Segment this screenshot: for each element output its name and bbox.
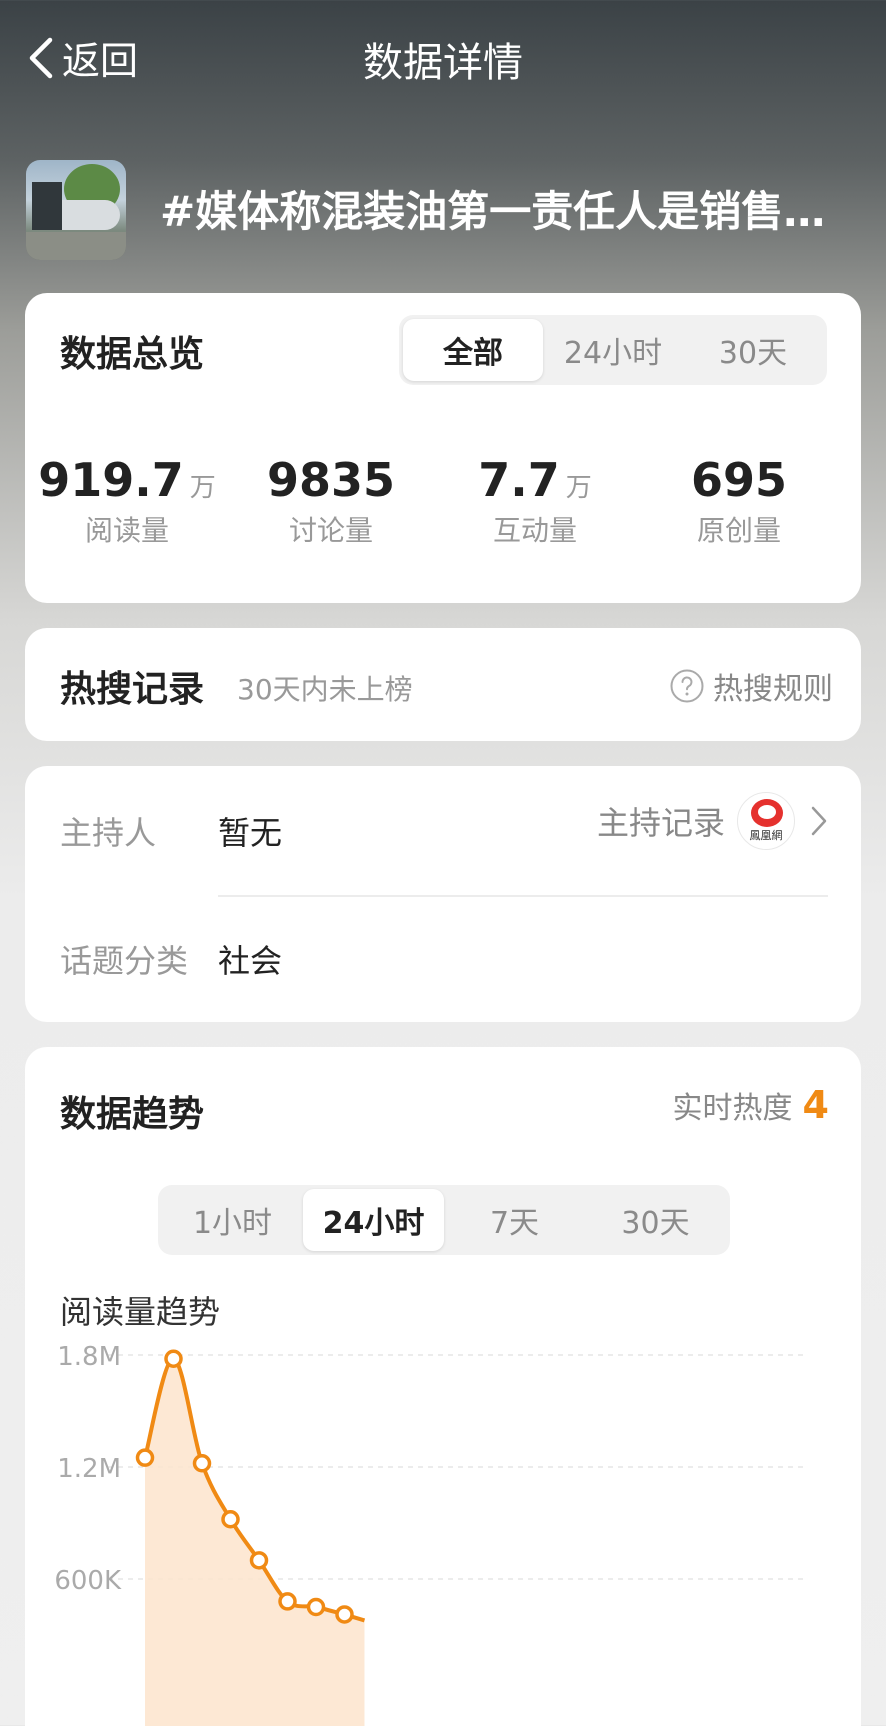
category-value: 社会 — [218, 942, 283, 980]
hot-search-title: 热搜记录 — [60, 669, 205, 710]
topic-info-card: 主持人 暂无 主持记录 鳳凰網 话题分类 社会 — [25, 766, 861, 1022]
stat-reads-label: 阅读量 — [84, 514, 169, 547]
tab-24h[interactable]: 24小时 — [543, 319, 683, 381]
stat-interactions: 7.7 万 互动量 — [433, 453, 637, 549]
overview-stats: 919.7 万 阅读量 9835 讨论量 7.7 万 互动量 695 原创量 — [25, 453, 861, 549]
trend-card: 数据趋势 实时热度 4 1小时 24小时 7天 30天 阅读量趋势 1.8M 1.… — [25, 1047, 861, 1726]
host-label: 主持人 — [60, 814, 157, 852]
topic-title: #媒体称混装油第一责任人是销售… — [160, 187, 826, 236]
top-bar: 返回 数据详情 — [0, 0, 886, 110]
stat-interactions-value: 7.7 — [478, 453, 560, 507]
data-point — [335, 1605, 354, 1624]
hot-search-status: 30天内未上榜 — [237, 673, 413, 706]
y-tick-label: 1.8M — [57, 1342, 121, 1372]
page-title: 数据详情 — [363, 40, 523, 86]
area-fill — [145, 1358, 365, 1726]
data-point — [135, 1448, 155, 1467]
hot-search-rules-link[interactable]: 热搜规则 — [669, 664, 833, 708]
ifeng-logo-text: 鳳凰網 — [749, 829, 783, 842]
host-record-link[interactable]: 主持记录 鳳凰網 — [597, 792, 829, 850]
overview-title: 数据总览 — [60, 334, 205, 375]
tab-all[interactable]: 全部 — [403, 319, 543, 381]
data-point — [278, 1592, 297, 1611]
data-point — [306, 1597, 326, 1617]
data-point — [221, 1510, 240, 1529]
stat-interactions-label: 互动量 — [492, 514, 577, 547]
read-trend-chart: 1.8M 1.2M 600K — [54, 1342, 805, 1726]
host-record-label: 主持记录 — [596, 804, 725, 842]
stat-discussions-label: 讨论量 — [288, 514, 373, 547]
tab-30d[interactable]: 30天 — [683, 319, 823, 381]
data-point — [249, 1551, 269, 1570]
stat-discussions: 9835 讨论量 — [229, 453, 433, 549]
topic-thumbnail — [26, 160, 126, 260]
question-circle-icon — [670, 669, 704, 703]
chevron-right-icon — [811, 806, 827, 836]
data-point — [164, 1349, 183, 1368]
hot-search-rules-label: 热搜规则 — [713, 672, 833, 707]
stat-interactions-unit: 万 — [565, 473, 592, 503]
y-tick-label: 600K — [54, 1566, 122, 1596]
stat-original-value: 695 — [690, 453, 788, 507]
stat-reads: 919.7 万 阅读量 — [25, 453, 229, 549]
stat-original-label: 原创量 — [696, 514, 781, 547]
stat-reads-value: 919.7 — [38, 453, 184, 507]
ifeng-logo: 鳳凰網 — [737, 792, 795, 850]
hot-search-card: 热搜记录 30天内未上榜 热搜规则 — [25, 628, 861, 741]
host-value: 暂无 — [218, 814, 283, 852]
stat-reads-unit: 万 — [189, 473, 216, 503]
stat-original: 695 原创量 — [637, 453, 841, 549]
data-point — [192, 1454, 212, 1473]
stat-discussions-value: 9835 — [266, 453, 396, 507]
overview-range-tabs: 全部 24小时 30天 — [399, 315, 827, 385]
y-tick-label: 1.2M — [57, 1454, 121, 1484]
info-divider — [218, 895, 828, 897]
category-label: 话题分类 — [60, 942, 189, 980]
overview-card: 数据总览 全部 24小时 30天 919.7 万 阅读量 9835 讨论量 7.7… — [25, 293, 861, 603]
